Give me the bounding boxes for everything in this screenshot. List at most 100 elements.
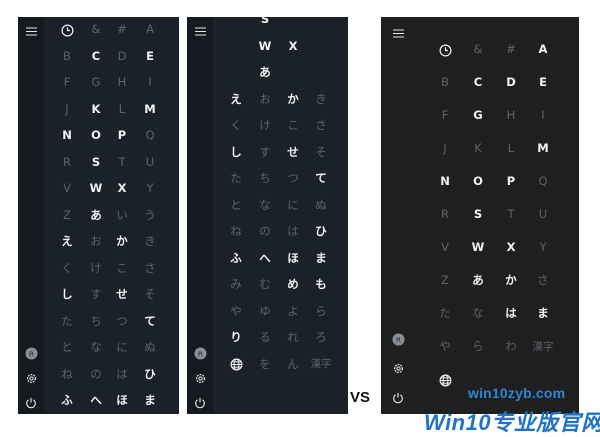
jump-letter-あ[interactable]: あ [251, 60, 279, 86]
hamburger-menu-icon[interactable] [381, 21, 415, 45]
jump-letter-O[interactable]: O [82, 123, 110, 149]
user-avatar-icon[interactable]: R [187, 341, 213, 365]
jump-letter-W[interactable]: W [82, 176, 110, 202]
jump-letter-た: た [61, 313, 73, 328]
jump-letter-や: や [439, 339, 451, 354]
hamburger-menu-icon[interactable] [18, 19, 44, 43]
jump-letter-の: の [259, 224, 271, 239]
jump-letter-M[interactable]: M [529, 136, 557, 162]
jump-letter-の: の [90, 366, 102, 381]
jump-letter-A[interactable]: A [529, 37, 557, 63]
jump-letter-N[interactable]: N [431, 169, 459, 195]
jump-letter-C[interactable]: C [82, 44, 110, 70]
jump-letter-S[interactable]: S [82, 150, 110, 176]
power-icon[interactable] [381, 386, 415, 410]
settings-gear-icon[interactable] [381, 356, 415, 380]
jump-letter-こ: こ [116, 260, 128, 275]
jump-letter-え[interactable]: え [222, 87, 250, 113]
jump-letter-U: U [538, 207, 548, 222]
jump-letter-あ[interactable]: あ [82, 203, 110, 229]
jump-letter-す: す [90, 287, 102, 302]
jump-letter-よ: よ [287, 303, 299, 318]
jump-letter-S[interactable]: S [464, 202, 492, 228]
jump-letter-し[interactable]: し [53, 282, 81, 308]
globe-icon[interactable] [222, 352, 250, 378]
jump-letter-お: お [259, 91, 271, 106]
jump-letter-ふ[interactable]: ふ [53, 388, 81, 414]
power-icon[interactable] [187, 391, 213, 414]
jump-letter-へ[interactable]: へ [251, 246, 279, 272]
jump-letter-C[interactable]: C [464, 70, 492, 96]
jump-letter-G[interactable]: G [464, 103, 492, 129]
jump-letter-I: I [541, 108, 545, 123]
jump-letter-W[interactable]: W [251, 34, 279, 60]
jump-letter-ほ[interactable]: ほ [108, 388, 136, 414]
jump-letter-あ[interactable]: あ [464, 268, 492, 294]
jump-letter-S[interactable]: S [251, 17, 279, 33]
user-avatar-icon[interactable]: R [381, 327, 415, 351]
hamburger-menu-icon[interactable] [187, 19, 213, 43]
jump-letter-へ[interactable]: へ [82, 388, 110, 414]
jump-letter-え[interactable]: え [53, 229, 81, 255]
jump-letter-ま[interactable]: ま [529, 301, 557, 327]
jump-letter-せ[interactable]: せ [279, 140, 307, 166]
jump-letter-P[interactable]: P [497, 169, 525, 195]
jump-letter-N[interactable]: N [53, 123, 81, 149]
jump-letter-ら: ら [315, 303, 327, 318]
jump-letter-ふ[interactable]: ふ [222, 246, 250, 272]
jump-letter-て[interactable]: て [307, 166, 335, 192]
jump-letter-し[interactable]: し [222, 140, 250, 166]
jump-letter-X[interactable]: X [108, 176, 136, 202]
jump-letter-G: G [91, 75, 101, 90]
jump-letter-O[interactable]: O [464, 169, 492, 195]
jump-letter-D[interactable]: D [497, 70, 525, 96]
jump-letter-せ[interactable]: せ [108, 282, 136, 308]
jump-letter-ち: ち [90, 313, 102, 328]
jump-letter-M[interactable]: M [136, 97, 164, 123]
jump-letter-か[interactable]: か [108, 229, 136, 255]
jump-letter-Q: Q [145, 128, 155, 143]
jump-letter-P[interactable]: P [108, 123, 136, 149]
jump-letter-K[interactable]: K [82, 97, 110, 123]
jump-letter-ま[interactable]: ま [136, 388, 164, 414]
jump-letter-い: い [116, 207, 128, 222]
recent-clock-icon[interactable] [431, 37, 459, 63]
jump-letter-み: み [230, 277, 242, 292]
settings-gear-icon[interactable] [187, 366, 213, 390]
globe-icon[interactable] [431, 367, 459, 393]
power-icon[interactable] [18, 391, 44, 414]
jump-letter-X[interactable]: X [279, 34, 307, 60]
recent-clock-icon[interactable] [53, 17, 81, 43]
jump-letter-か[interactable]: か [497, 268, 525, 294]
jump-letter-#: # [117, 22, 127, 37]
jump-letter-め[interactable]: め [279, 272, 307, 298]
jump-letter-E[interactable]: E [529, 70, 557, 96]
jump-letter-や: や [230, 303, 242, 318]
jump-letter-も[interactable]: も [307, 272, 335, 298]
jump-letter-ま[interactable]: ま [307, 246, 335, 272]
jump-letter-ひ[interactable]: ひ [307, 219, 335, 245]
jump-letter-り[interactable]: り [222, 325, 250, 351]
jump-letter-L: L [118, 101, 126, 116]
start-menu-panel-right: R & # A B C D E F G H I J K L M N O P Q R S T U V W X Y Z あかさたなはまやらわ漢… [381, 17, 579, 414]
user-avatar-icon[interactable]: R [18, 341, 44, 365]
jump-letter-ほ[interactable]: ほ [279, 246, 307, 272]
jump-letter-お: お [90, 234, 102, 249]
jump-letter-は[interactable]: は [497, 301, 525, 327]
jump-letter-て[interactable]: て [136, 309, 164, 335]
jump-letter-ね: ね [230, 224, 242, 239]
jump-letter-ひ[interactable]: ひ [136, 362, 164, 388]
jump-letter-か[interactable]: か [279, 87, 307, 113]
jump-letter-ら: ら [472, 339, 484, 354]
jump-letter-X[interactable]: X [497, 235, 525, 261]
jump-letter-&: & [473, 42, 483, 57]
jump-letter-V: V [63, 181, 71, 196]
jump-letter-E[interactable]: E [136, 44, 164, 70]
jump-letter-す: す [259, 144, 271, 159]
jump-letter-W[interactable]: W [464, 235, 492, 261]
jump-letter-に: に [116, 340, 128, 355]
jump-letter-K: K [474, 141, 482, 156]
settings-gear-icon[interactable] [18, 366, 44, 390]
jump-letter-J: J [65, 101, 69, 116]
jump-letter-B: B [441, 75, 449, 90]
